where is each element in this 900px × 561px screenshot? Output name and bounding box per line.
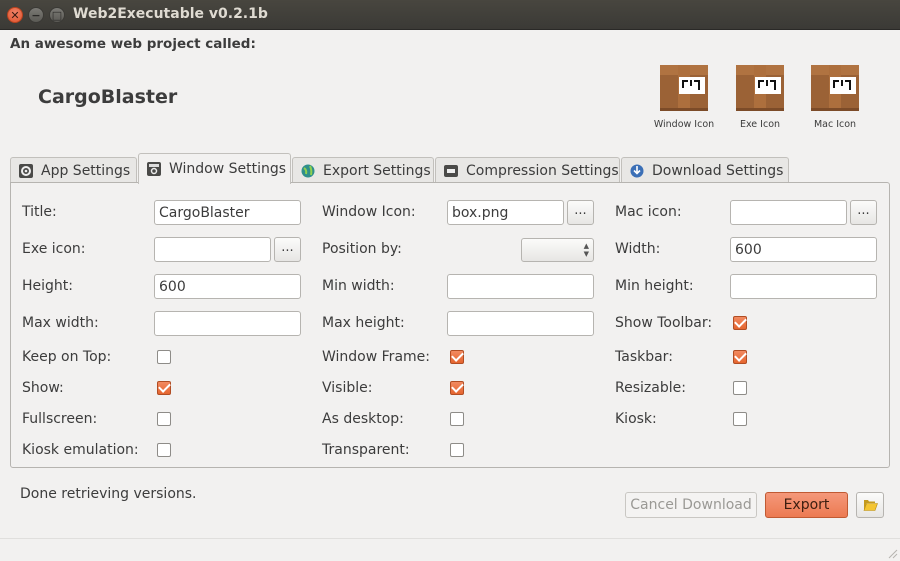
resizable-label: Resizable: [615,380,686,396]
visible-label: Visible: [322,380,373,396]
keep-on-top-checkbox[interactable] [157,350,171,364]
globe-icon [301,164,315,178]
width-input[interactable] [730,237,877,262]
open-folder-button[interactable] [856,492,884,518]
transparent-checkbox[interactable] [450,443,464,457]
window-gear-icon [147,162,161,176]
window-frame-label: Window Frame: [322,349,430,365]
title-bar: ✕ − □ Web2Executable v0.2.1b [0,0,900,30]
tab-app-settings[interactable]: App Settings [10,157,137,184]
fullscreen-label: Fullscreen: [22,411,98,427]
tab-label: Window Settings [169,161,287,177]
title-label: Title: [22,204,57,220]
cardboard-box-icon [811,65,859,111]
gear-icon [19,164,33,178]
chevron-down-icon: ▼ [583,250,589,258]
title-input[interactable] [154,200,301,225]
export-button[interactable]: Export [765,492,848,518]
max-height-label: Max height: [322,315,405,331]
transparent-label: Transparent: [322,442,410,458]
as-desktop-checkbox[interactable] [450,412,464,426]
mac-icon-input[interactable] [730,200,847,225]
maximize-window-button[interactable]: □ [49,7,65,23]
kiosk-emulation-checkbox[interactable] [157,443,171,457]
minimize-window-button[interactable]: − [28,7,44,23]
mac-icon-preview[interactable]: Mac Icon [800,64,870,130]
tab-compression-settings[interactable]: Compression Settings [435,157,620,184]
position-by-select[interactable]: ▲ ▼ [521,238,594,262]
status-text: Done retrieving versions. [20,486,197,502]
height-label: Height: [22,278,73,294]
tab-download-settings[interactable]: Download Settings [621,157,789,184]
cancel-download-button[interactable]: Cancel Download [625,492,757,518]
max-height-input[interactable] [447,311,594,336]
bottom-bar [0,538,900,561]
exe-icon-label: Exe icon: [22,241,86,257]
compress-icon [444,165,458,177]
tab-window-settings[interactable]: Window Settings [138,153,291,184]
exe-icon-preview[interactable]: Exe Icon [725,64,795,130]
min-height-label: Min height: [615,278,694,294]
window-icon-caption: Window Icon [653,119,715,130]
kiosk-emulation-label: Kiosk emulation: [22,442,139,458]
keep-on-top-label: Keep on Top: [22,349,112,365]
show-toolbar-checkbox[interactable] [733,316,747,330]
window-icon-preview[interactable]: Window Icon [649,64,719,130]
taskbar-label: Taskbar: [615,349,673,365]
min-width-input[interactable] [447,274,594,299]
cardboard-box-icon [660,65,708,111]
window-icon-label: Window Icon: [322,204,416,220]
kiosk-label: Kiosk: [615,411,657,427]
folder-open-icon [863,500,878,511]
cardboard-box-icon [736,65,784,111]
min-height-input[interactable] [730,274,877,299]
project-name: CargoBlaster [38,86,178,108]
width-label: Width: [615,241,661,257]
tab-label: Download Settings [652,163,784,179]
as-desktop-label: As desktop: [322,411,404,427]
mac-icon-caption: Mac Icon [813,119,857,130]
download-icon [630,164,644,178]
exe-icon-browse-button[interactable]: ... [274,237,301,262]
window-title: Web2Executable v0.2.1b [73,6,268,22]
tab-export-settings[interactable]: Export Settings [292,157,434,184]
height-input[interactable] [154,274,301,299]
show-checkbox[interactable] [157,381,171,395]
mac-icon-browse-button[interactable]: ... [850,200,877,225]
show-label: Show: [22,380,64,396]
window-icon-input[interactable] [447,200,564,225]
exe-icon-caption: Exe Icon [739,119,781,130]
position-by-label: Position by: [322,241,402,257]
fullscreen-checkbox[interactable] [157,412,171,426]
exe-icon-input[interactable] [154,237,271,262]
min-width-label: Min width: [322,278,395,294]
project-intro-label: An awesome web project called: [10,36,256,52]
resizable-checkbox[interactable] [733,381,747,395]
visible-checkbox[interactable] [450,381,464,395]
show-toolbar-label: Show Toolbar: [615,315,713,331]
window-icon-browse-button[interactable]: ... [567,200,594,225]
tab-label: App Settings [41,163,131,179]
resize-grip-icon[interactable] [886,547,898,559]
close-window-button[interactable]: ✕ [7,7,23,23]
mac-icon-label: Mac icon: [615,204,682,220]
max-width-input[interactable] [154,311,301,336]
max-width-label: Max width: [22,315,99,331]
taskbar-checkbox[interactable] [733,350,747,364]
window-frame-checkbox[interactable] [450,350,464,364]
tab-label: Export Settings [323,163,431,179]
tab-label: Compression Settings [466,163,619,179]
chevron-up-icon: ▲ [583,242,589,250]
kiosk-checkbox[interactable] [733,412,747,426]
